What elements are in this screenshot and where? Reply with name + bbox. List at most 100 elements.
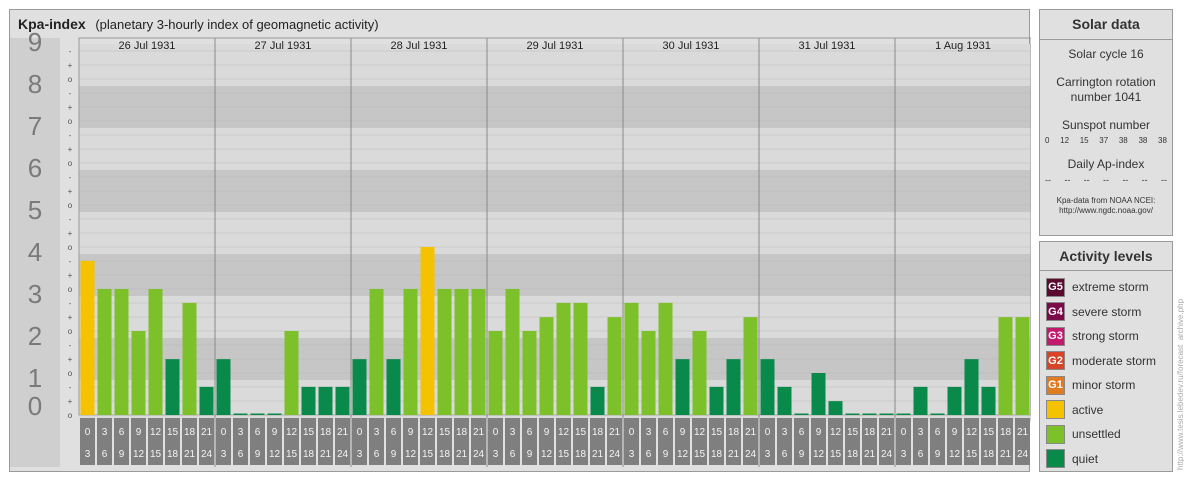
interval-start: 3 xyxy=(918,427,924,438)
y-sub-mark: - xyxy=(69,215,72,224)
y-level-label: 2 xyxy=(28,321,42,351)
legend-item-g2: G2 moderate storm xyxy=(1040,349,1172,374)
interval-end: 12 xyxy=(269,449,281,460)
interval-start: 12 xyxy=(966,427,978,438)
kp-bar xyxy=(964,359,979,415)
legend-item-active: active xyxy=(1040,398,1172,423)
y-sub-mark: o xyxy=(68,159,73,168)
kp-bar xyxy=(301,386,316,415)
y-sub-mark: + xyxy=(68,313,73,322)
kp-bar xyxy=(828,401,843,415)
interval-end: 12 xyxy=(405,449,417,460)
interval-start: 6 xyxy=(527,427,533,438)
interval-end: 21 xyxy=(320,449,332,460)
kpa-chart-panel: Kpa-index (planetary 3-hourly index of g… xyxy=(9,9,1031,472)
activity-legend: G5 extreme storm G4 severe storm G3 stro… xyxy=(1040,271,1172,471)
interval-start: 0 xyxy=(221,427,227,438)
interval-start: 18 xyxy=(864,427,876,438)
kp-bar xyxy=(879,413,894,415)
kp-bar xyxy=(250,413,265,415)
interval-start: 15 xyxy=(983,427,995,438)
credit-url[interactable]: http://www.ngdc.noaa.gov/ xyxy=(1040,206,1172,216)
y-level-label: 6 xyxy=(28,153,42,183)
kp-bar xyxy=(658,302,673,415)
interval-end: 6 xyxy=(918,449,924,460)
y-level-label: 7 xyxy=(28,111,42,141)
interval-start: 0 xyxy=(629,427,635,438)
legend-item-unsettled: unsettled xyxy=(1040,422,1172,447)
interval-start: 18 xyxy=(728,427,740,438)
kp-bar xyxy=(709,386,724,415)
kp-bar xyxy=(896,413,911,415)
interval-end: 3 xyxy=(765,449,771,460)
sunspot-value: 12 xyxy=(1060,136,1070,145)
y-sub-mark: o xyxy=(68,117,73,126)
interval-start: 9 xyxy=(816,427,822,438)
y-sub-mark: o xyxy=(68,369,73,378)
y-sub-mark: o xyxy=(68,327,73,336)
interval-start: 0 xyxy=(493,427,499,438)
kp-bar xyxy=(233,413,248,415)
y-sub-mark: o xyxy=(68,243,73,252)
interval-end: 6 xyxy=(646,449,652,460)
source-watermark: http://www.tesis.lebedev.ru/forecast_arc… xyxy=(1176,298,1184,470)
sunspot-value: 37 xyxy=(1099,136,1109,145)
interval-start: 21 xyxy=(201,427,213,438)
y-level-label: 3 xyxy=(28,279,42,309)
kp-bar xyxy=(522,331,537,415)
interval-end: 9 xyxy=(663,449,669,460)
interval-start: 6 xyxy=(255,427,261,438)
carrington-line-1: Carrington rotation xyxy=(1056,75,1156,89)
kp-bar xyxy=(590,386,605,415)
interval-start: 3 xyxy=(646,427,652,438)
kp-bar xyxy=(165,359,180,415)
kp-bar xyxy=(692,331,707,415)
interval-start: 15 xyxy=(303,427,315,438)
kp-bar xyxy=(743,317,758,415)
kp-bar xyxy=(811,373,826,415)
interval-end: 9 xyxy=(935,449,941,460)
interval-end: 9 xyxy=(119,449,125,460)
activity-levels-title: Activity levels xyxy=(1040,242,1172,271)
kp-bar xyxy=(97,289,112,415)
kp-bar xyxy=(369,289,384,415)
kp-bar xyxy=(471,289,486,415)
day-label: 27 Jul 1931 xyxy=(255,40,312,52)
kp-bar xyxy=(505,289,520,415)
interval-end: 12 xyxy=(133,449,145,460)
legend-swatch-g3: G3 xyxy=(1046,326,1065,346)
interval-end: 12 xyxy=(541,449,553,460)
kp-bar xyxy=(913,386,928,415)
interval-end: 15 xyxy=(286,449,298,460)
interval-start: 12 xyxy=(830,427,842,438)
interval-end: 6 xyxy=(374,449,380,460)
y-sub-mark: + xyxy=(68,103,73,112)
kp-bar xyxy=(930,413,945,415)
interval-start: 12 xyxy=(422,427,434,438)
interval-end: 18 xyxy=(439,449,451,460)
legend-item-g3: G3 strong storm xyxy=(1040,324,1172,349)
kp-bar xyxy=(488,331,503,415)
day-label: 31 Jul 1931 xyxy=(799,40,856,52)
kp-bar xyxy=(420,247,435,415)
y-sub-mark: + xyxy=(68,229,73,238)
y-level-label: 4 xyxy=(28,237,42,267)
interval-start: 21 xyxy=(473,427,485,438)
credit-source: Kpa-data from NOAA NCEI: xyxy=(1056,196,1156,205)
y-sub-mark: + xyxy=(68,397,73,406)
y-sub-mark: - xyxy=(69,89,72,98)
interval-end: 12 xyxy=(813,449,825,460)
interval-end: 3 xyxy=(493,449,499,460)
kpa-chart: 0123456789o+-o+-o+-o+-o+-o+-o+-o+-o+- 26 … xyxy=(10,27,1031,467)
y-sub-mark: o xyxy=(68,411,73,420)
kp-bar xyxy=(403,289,418,415)
ap-index-label: Daily Ap-index xyxy=(1067,157,1145,171)
interval-start: 12 xyxy=(150,427,162,438)
interval-end: 21 xyxy=(592,449,604,460)
legend-swatch-active xyxy=(1046,400,1065,420)
day-label: 30 Jul 1931 xyxy=(663,40,720,52)
legend-item-g1: G1 minor storm xyxy=(1040,373,1172,398)
y-sub-mark: - xyxy=(69,383,72,392)
interval-end: 6 xyxy=(102,449,108,460)
solar-cycle: Solar cycle 16 xyxy=(1068,47,1144,61)
